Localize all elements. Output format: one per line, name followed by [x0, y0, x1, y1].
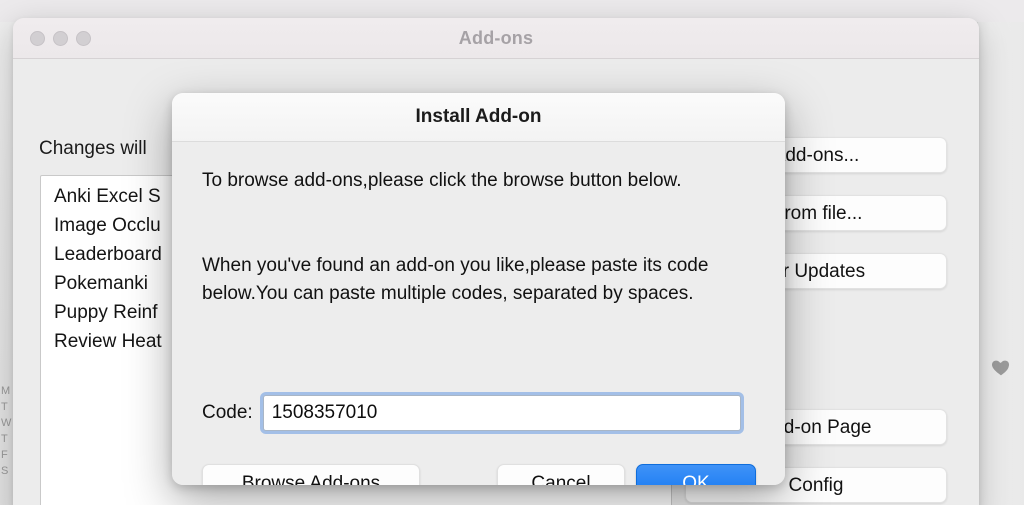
changes-note-text: Changes will	[39, 138, 147, 159]
addons-window-titlebar: Add-ons	[13, 18, 979, 59]
ok-button[interactable]: OK	[636, 464, 756, 485]
code-label: Code:	[202, 402, 253, 423]
install-dialog-button-row: Browse Add-ons Cancel OK	[172, 464, 785, 485]
install-dialog-title: Install Add-on	[415, 106, 542, 127]
install-dialog-titlebar: Install Add-on	[172, 93, 785, 142]
code-input[interactable]	[262, 395, 741, 431]
weekday-letter: S	[1, 465, 9, 477]
weekday-letter: W	[1, 417, 12, 429]
cancel-button[interactable]: Cancel	[497, 464, 625, 485]
instruction-paragraph-1: To browse add-ons,please click the brows…	[202, 170, 682, 191]
weekday-letter: T	[1, 401, 8, 413]
right-side-rail	[977, 22, 1024, 505]
weekday-letters-column: M T W T F S	[0, 385, 14, 477]
code-row: Code:	[202, 395, 741, 431]
browse-addons-button[interactable]: Browse Add-ons	[202, 464, 420, 485]
install-dialog-body: To browse add-ons,please click the brows…	[172, 142, 785, 485]
weekday-letter: T	[1, 433, 8, 445]
addons-window-title: Add-ons	[458, 28, 534, 48]
instruction-paragraph-2: When you've found an add-on you like,ple…	[202, 255, 709, 304]
heart-icon[interactable]	[990, 356, 1012, 378]
install-addon-dialog: Install Add-on To browse add-ons,please …	[172, 93, 785, 485]
weekday-letter: M	[1, 385, 11, 397]
screen-root: ●●● ●• ▫ ▪▪ ⌄⌄ M T W T F S	[0, 0, 1024, 505]
weekday-letter: F	[1, 449, 8, 461]
